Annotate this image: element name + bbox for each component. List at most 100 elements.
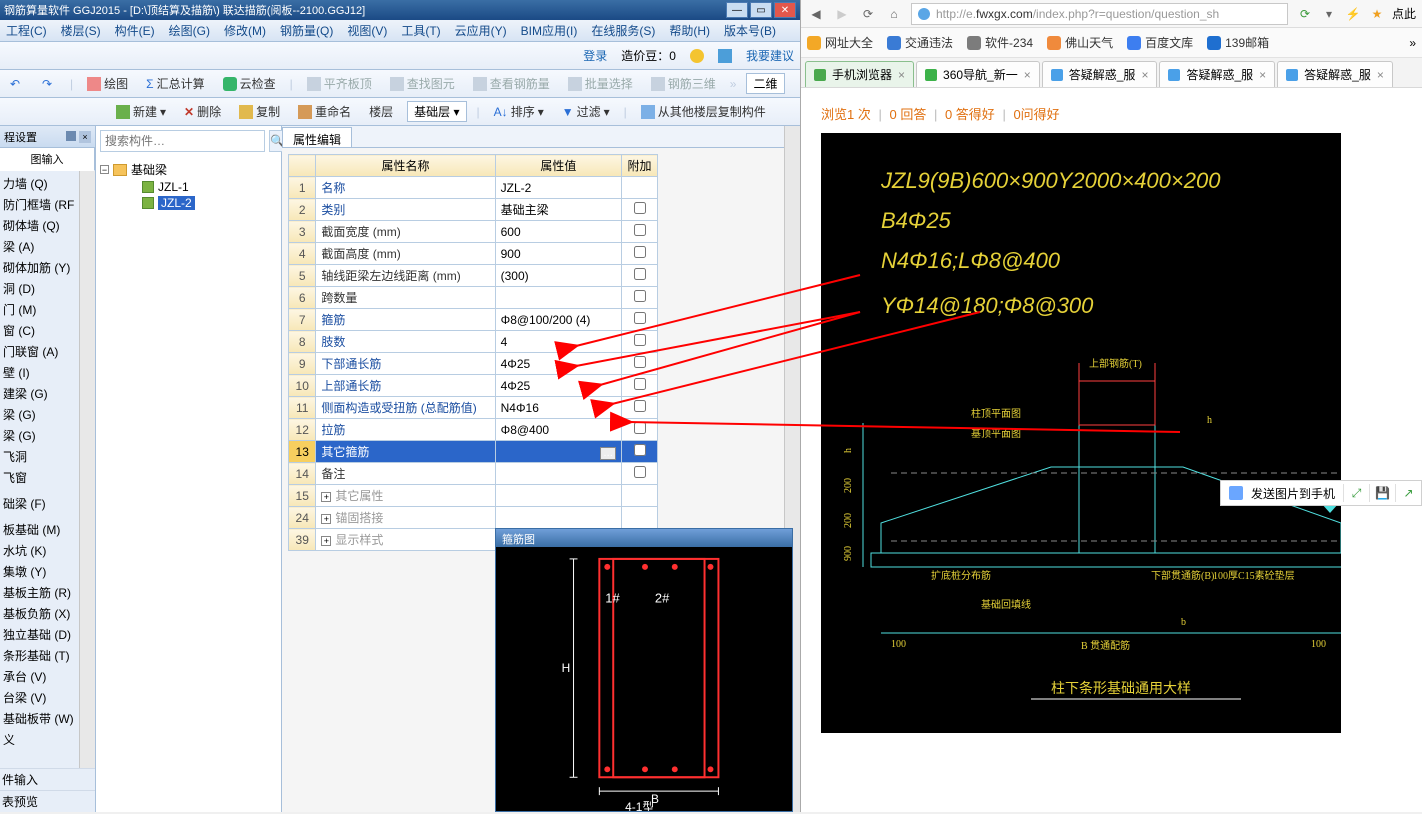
prop-value[interactable]: [495, 485, 622, 507]
nav-bottom-preview[interactable]: 表预览: [0, 790, 95, 812]
suggest-link[interactable]: 我要建议: [746, 47, 794, 64]
prop-value[interactable]: N4Φ16: [495, 397, 622, 419]
tab-close-icon[interactable]: ×: [898, 68, 905, 82]
home-button[interactable]: ⌂: [885, 5, 903, 23]
menu-version[interactable]: 版本号(B): [724, 22, 776, 39]
url-bar[interactable]: http://e.fwxgx.com/index.php?r=question/…: [911, 3, 1288, 25]
tree-item-jzl1[interactable]: JZL-1: [100, 179, 277, 195]
property-row[interactable]: 4截面高度 (mm)900: [289, 243, 658, 265]
nav-bottom-input[interactable]: 件输入: [0, 768, 95, 790]
star-icon[interactable]: ★: [1368, 5, 1386, 23]
floor-select[interactable]: 基础层 ▾: [407, 101, 466, 122]
tab-close-icon[interactable]: ×: [1141, 68, 1148, 82]
browser-tab[interactable]: 360导航_新一×: [916, 61, 1040, 87]
back-button[interactable]: ◀: [807, 5, 825, 23]
copy-button[interactable]: 复制: [235, 101, 284, 122]
prop-extra[interactable]: [622, 419, 658, 441]
rename-button[interactable]: 重命名: [294, 101, 355, 122]
tab-close-icon[interactable]: ×: [1259, 68, 1266, 82]
menu-element[interactable]: 构件(E): [115, 22, 155, 39]
prop-extra[interactable]: [622, 353, 658, 375]
menu-help[interactable]: 帮助(H): [669, 22, 710, 39]
find-rebar-button[interactable]: 查看钢筋量: [469, 73, 554, 94]
property-row[interactable]: 3截面宽度 (mm)600: [289, 221, 658, 243]
prop-extra[interactable]: [622, 375, 658, 397]
property-row[interactable]: 8肢数4: [289, 331, 658, 353]
prop-extra[interactable]: [622, 397, 658, 419]
send-to-phone-link[interactable]: 发送图片到手机: [1251, 485, 1335, 502]
batch-select-button[interactable]: 批量选择: [564, 73, 637, 94]
property-row[interactable]: 10上部通长筋4Φ25: [289, 375, 658, 397]
search-input[interactable]: [100, 130, 265, 152]
property-row[interactable]: 14备注: [289, 463, 658, 485]
prop-extra[interactable]: [622, 221, 658, 243]
nav-scrollbar[interactable]: [79, 171, 95, 768]
menu-modify[interactable]: 修改(M): [224, 22, 266, 39]
prop-extra[interactable]: [622, 243, 658, 265]
pin-icon[interactable]: [66, 131, 76, 141]
new-button[interactable]: 新建▾: [112, 101, 170, 122]
delete-button[interactable]: ✕删除: [180, 101, 225, 122]
undo-button[interactable]: ↶: [6, 75, 28, 93]
menu-project[interactable]: 工程(C): [6, 22, 47, 39]
login-link[interactable]: 登录: [583, 47, 607, 64]
menu-tools[interactable]: 工具(T): [401, 22, 440, 39]
prop-value[interactable]: Φ8@400: [495, 419, 622, 441]
prop-extra[interactable]: [622, 485, 658, 507]
prop-extra[interactable]: [622, 177, 658, 199]
cloud-check-button[interactable]: 云检查: [219, 73, 280, 94]
maximize-button[interactable]: ▭: [750, 2, 772, 18]
property-row[interactable]: 1名称JZL-2: [289, 177, 658, 199]
bookmark-item[interactable]: 网址大全: [807, 34, 873, 51]
prop-value[interactable]: …: [495, 441, 622, 463]
browser-tab[interactable]: 答疑解惑_服×: [1159, 61, 1275, 87]
tab-close-icon[interactable]: ×: [1377, 68, 1384, 82]
tree-item-jzl2[interactable]: JZL-2: [100, 195, 277, 211]
view-mode-select[interactable]: 二维: [746, 73, 784, 94]
bookmark-item[interactable]: 百度文库: [1127, 34, 1193, 51]
prop-value[interactable]: 900: [495, 243, 622, 265]
forward-button[interactable]: ▶: [833, 5, 851, 23]
minimize-button[interactable]: —: [726, 2, 748, 18]
menu-bim[interactable]: BIM应用(I): [521, 22, 578, 39]
prop-value[interactable]: Φ8@100/200 (4): [495, 309, 622, 331]
bookmarks-overflow[interactable]: »: [1409, 36, 1416, 50]
prop-extra[interactable]: [622, 199, 658, 221]
copy-from-floor-button[interactable]: 从其他楼层复制构件: [637, 101, 770, 122]
rebar-3d-button[interactable]: 钢筋三维: [647, 73, 720, 94]
property-row[interactable]: 11侧面构造或受扭筋 (总配筋值)N4Φ16: [289, 397, 658, 419]
prop-extra[interactable]: [622, 265, 658, 287]
prop-value[interactable]: (300): [495, 265, 622, 287]
share-icon[interactable]: ↗: [1395, 484, 1413, 502]
tab-close-icon[interactable]: ×: [1024, 68, 1031, 82]
reload-button[interactable]: ⟳: [859, 5, 877, 23]
prop-extra[interactable]: [622, 287, 658, 309]
find-elem-button[interactable]: 查找图元: [386, 73, 459, 94]
tree-toggle-icon[interactable]: −: [100, 165, 109, 174]
tree-root[interactable]: − 基础梁: [100, 160, 277, 179]
prop-value[interactable]: 600: [495, 221, 622, 243]
property-row[interactable]: 2类别基础主梁: [289, 199, 658, 221]
prop-extra[interactable]: [622, 507, 658, 529]
prop-value[interactable]: [495, 287, 622, 309]
bookmark-item[interactable]: 139邮箱: [1207, 34, 1269, 51]
prop-value[interactable]: JZL-2: [495, 177, 622, 199]
prop-value[interactable]: [495, 507, 622, 529]
property-row[interactable]: 7箍筋Φ8@100/200 (4): [289, 309, 658, 331]
click-hint[interactable]: 点此: [1392, 5, 1416, 23]
redo-button[interactable]: ↷: [38, 75, 60, 93]
prop-value[interactable]: 基础主梁: [495, 199, 622, 221]
browser-tab[interactable]: 答疑解惑_服×: [1277, 61, 1393, 87]
bookmark-item[interactable]: 佛山天气: [1047, 34, 1113, 51]
prop-value[interactable]: 4Φ25: [495, 353, 622, 375]
menu-draw[interactable]: 绘图(G): [169, 22, 210, 39]
menu-online[interactable]: 在线服务(S): [591, 22, 655, 39]
property-row[interactable]: 12拉筋Φ8@400: [289, 419, 658, 441]
bookmark-item[interactable]: 交通违法: [887, 34, 953, 51]
refresh-icon[interactable]: ⟳: [1296, 5, 1314, 23]
panel-close-icon[interactable]: ×: [79, 131, 91, 143]
property-row[interactable]: 5轴线距梁左边线距离 (mm)(300): [289, 265, 658, 287]
menu-view[interactable]: 视图(V): [347, 22, 387, 39]
prop-extra[interactable]: [622, 309, 658, 331]
property-row[interactable]: 9下部通长筋4Φ25: [289, 353, 658, 375]
